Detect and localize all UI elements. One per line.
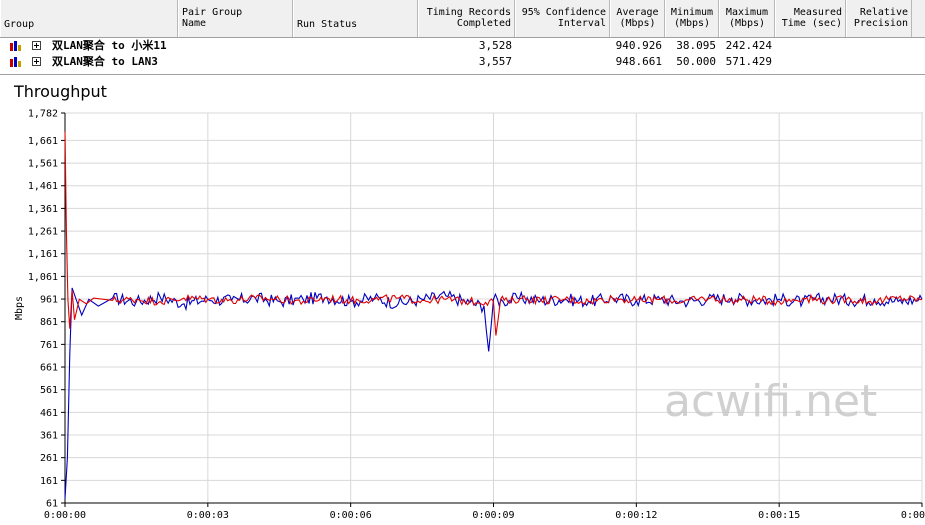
chart-title: Throughput [14,82,107,101]
y-tick-label: 561 [40,385,58,396]
col-header-pair-group-name[interactable]: Pair Group Name [178,0,293,37]
col-header-group[interactable]: Group [0,0,178,37]
x-tick-label: 0:00:15 [758,510,800,521]
y-tick-label: 961 [40,295,58,306]
col-header-measured-time[interactable]: Measured Time (sec) [775,0,846,37]
bar-chart-icon [10,57,21,67]
average-value: 940.926 [615,39,662,52]
y-tick-label: 1,461 [28,181,58,192]
minimum-value: 38.095 [676,39,716,52]
results-table: Group Pair Group Name Run Status Timing … [0,0,925,75]
col-header-timing-records[interactable]: Timing Records Completed [418,0,515,37]
table-row[interactable]: 双LAN聚合 to 小米11 3,528 940.926 38.095 242.… [0,38,925,54]
y-tick-label: 861 [40,317,58,328]
col-header-average[interactable]: Average (Mbps) [610,0,665,37]
y-tick-label: 1,261 [28,227,58,238]
maximum-value: 242.424 [725,39,772,52]
col-header-run-status[interactable]: Run Status [293,0,418,37]
y-tick-label: 1,061 [28,272,58,283]
throughput-chart-panel: 1,782 1,661 1,561 1,461 1,361 1,261 1,161 1,061… [0,76,925,525]
x-tick-label: 0:00:03 [187,510,229,521]
col-header-minimum[interactable]: Minimum (Mbps) [665,0,719,37]
plus-box-icon[interactable] [32,57,41,66]
x-tick-label: 0:00:09 [472,510,514,521]
watermark: acwifi.net [664,376,878,427]
col-header-relative-precision[interactable]: Relative Precision [846,0,912,37]
y-tick-label: 1,782 [28,109,58,120]
y-tick-label: 361 [40,431,58,442]
y-axis-label: Mbps [14,296,25,320]
table-header-row: Group Pair Group Name Run Status Timing … [0,0,925,38]
y-tick-label: 461 [40,408,58,419]
plus-box-icon[interactable] [32,41,41,50]
y-tick-label: 1,561 [28,159,58,170]
average-value: 948.661 [615,55,662,68]
y-tick-label: 761 [40,340,58,351]
timing-records-value: 3,528 [478,39,512,52]
y-tick-label: 1,161 [28,249,58,260]
x-tick-label: 0:00:06 [330,510,372,521]
minimum-value: 50.000 [676,55,716,68]
y-tick-label: 261 [40,453,58,464]
col-header-maximum[interactable]: Maximum (Mbps) [719,0,775,37]
x-tick-label: 0:00:00 [44,510,86,521]
x-tick-label: 0:00:12 [615,510,657,521]
y-tick-label: 161 [40,476,58,487]
timing-records-value: 3,557 [478,55,512,68]
pair-group-name: 双LAN聚合 to 小米11 [52,39,167,52]
col-header-confidence-interval[interactable]: 95% Confidence Interval [515,0,610,37]
x-tick-label: 0:00:18 [901,510,925,521]
throughput-chart: 1,782 1,661 1,561 1,461 1,361 1,261 1,161 1,061… [14,109,925,522]
y-tick-label: 1,661 [28,136,58,147]
maximum-value: 571.429 [725,55,772,68]
y-tick-label: 1,361 [28,204,58,215]
y-tick-label: 661 [40,363,58,374]
y-tick-label: 61 [46,499,58,510]
pair-group-name: 双LAN聚合 to LAN3 [52,55,158,68]
bar-chart-icon [10,41,21,51]
table-row[interactable]: 双LAN聚合 to LAN3 3,557 948.661 50.000 571.… [0,54,925,70]
